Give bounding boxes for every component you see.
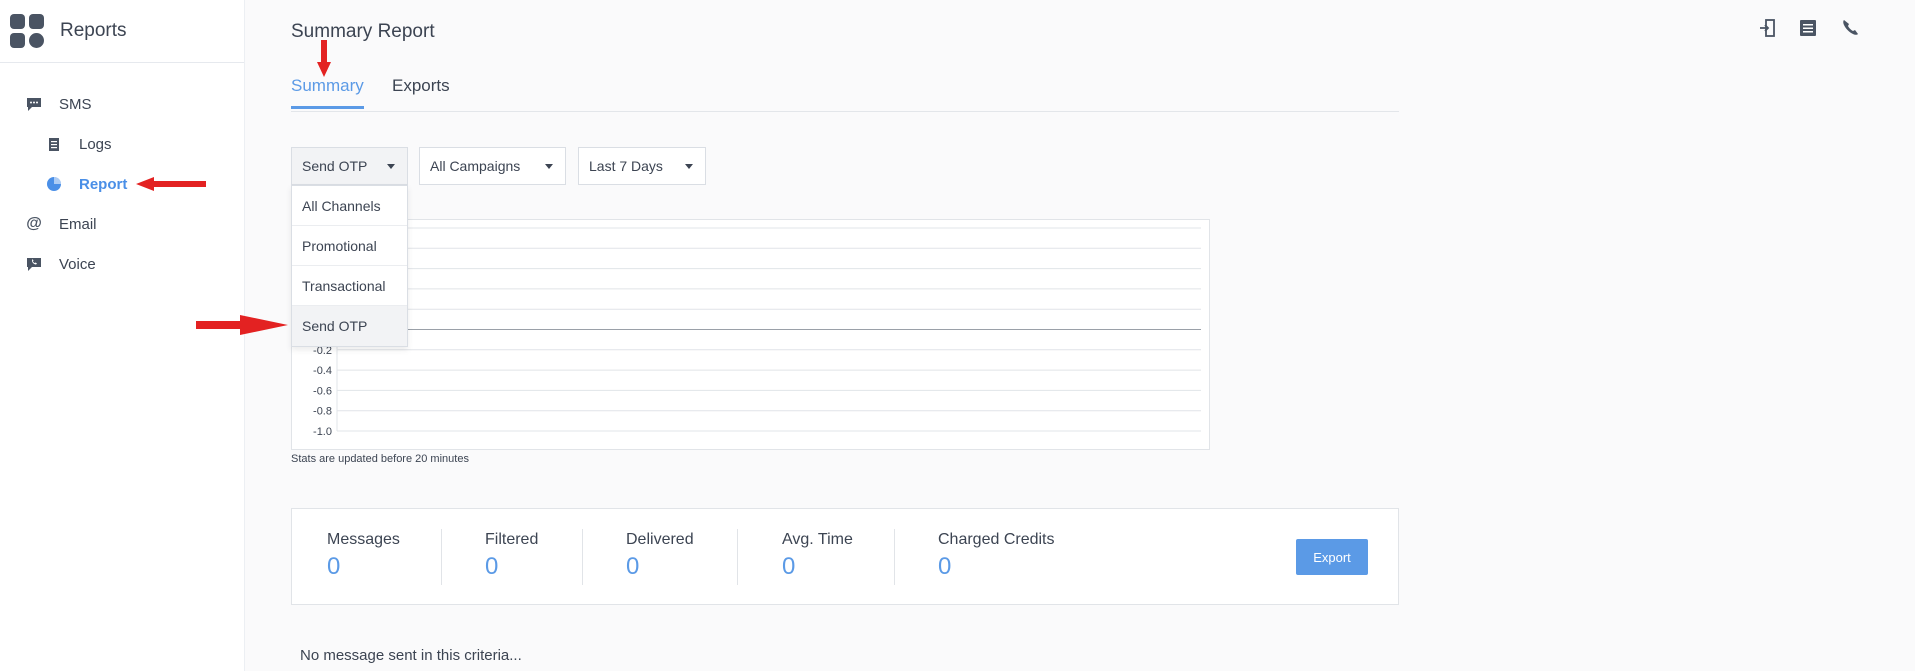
dropdown-option[interactable]: Transactional (292, 266, 407, 306)
divider (582, 529, 583, 585)
sidebar-item-sms[interactable]: SMS (25, 95, 92, 113)
stat-label: Avg. Time (782, 531, 853, 548)
y-tick-label: -0.8 (313, 406, 332, 418)
sms-icon (25, 95, 43, 113)
chart-svg: -0.2-0.4-0.6-0.8-1.0 (313, 227, 1201, 438)
voice-icon (25, 255, 43, 273)
y-tick-label: -0.6 (313, 385, 332, 397)
billing-icon[interactable] (1797, 18, 1819, 40)
empty-message: No message sent in this criteria... (300, 647, 522, 664)
sidebar-item-label: Logs (79, 135, 112, 153)
divider (441, 529, 442, 585)
stat-delivered: Delivered 0 (626, 531, 694, 581)
sidebar: Reports SMS Logs Report @ Email Voice (0, 0, 245, 671)
y-tick-label: -0.4 (313, 365, 332, 377)
chevron-down-icon (387, 164, 395, 169)
stat-value: 0 (938, 553, 952, 580)
sidebar-item-label: Email (59, 215, 97, 233)
stat-label: Delivered (626, 531, 694, 548)
chart-note: Stats are updated before 20 minutes (291, 453, 469, 465)
export-button[interactable]: Export (1296, 539, 1368, 575)
page-title: Summary Report (291, 21, 435, 42)
pie-chart-icon (45, 175, 63, 193)
tab-summary[interactable]: Summary (291, 76, 364, 109)
period-select-value: Last 7 Days (589, 158, 663, 174)
stat-label: Charged Credits (938, 531, 1055, 548)
logout-icon[interactable] (1758, 18, 1780, 40)
app-title: Reports (60, 20, 127, 41)
sidebar-item-label: Voice (59, 255, 96, 273)
stat-value: 0 (782, 553, 796, 580)
tab-exports[interactable]: Exports (392, 76, 450, 106)
dropdown-option[interactable]: Promotional (292, 226, 407, 266)
campaign-select-value: All Campaigns (430, 158, 521, 174)
sidebar-item-label: Report (79, 175, 128, 193)
dropdown-option[interactable]: All Channels (292, 186, 407, 226)
chevron-down-icon (685, 164, 693, 169)
chevron-down-icon (545, 164, 553, 169)
sidebar-item-voice[interactable]: Voice (25, 255, 96, 273)
sidebar-item-report[interactable]: Report (45, 175, 127, 193)
channel-select[interactable]: Send OTP (291, 147, 408, 185)
stat-value: 0 (626, 553, 640, 580)
period-select[interactable]: Last 7 Days (578, 147, 706, 185)
sidebar-item-label: SMS (59, 95, 92, 113)
channel-select-value: Send OTP (302, 158, 368, 174)
logs-icon (45, 135, 63, 153)
channel-dropdown: All Channels Promotional Transactional S… (291, 185, 408, 347)
stats-panel: Messages 0 Filtered 0 Delivered 0 Avg. T… (291, 508, 1399, 605)
at-icon: @ (26, 215, 42, 232)
phone-icon[interactable] (1840, 18, 1862, 40)
stat-label: Filtered (485, 531, 539, 548)
stat-charged-credits: Charged Credits 0 (938, 531, 1055, 581)
chart: -0.2 -0.4 -0.6 -0.8 -1.0 (291, 219, 1210, 450)
stat-value: 0 (327, 553, 341, 580)
stat-filtered: Filtered 0 (485, 531, 538, 581)
divider (737, 529, 738, 585)
dropdown-option-selected[interactable]: Send OTP (292, 306, 407, 346)
stat-label: Messages (327, 531, 400, 548)
sidebar-item-email[interactable]: @ Email (25, 215, 97, 233)
app-grid-icon[interactable] (10, 14, 44, 48)
brand: Reports (0, 0, 244, 63)
sidebar-item-logs[interactable]: Logs (45, 135, 112, 153)
divider (894, 529, 895, 585)
stat-value: 0 (485, 553, 499, 580)
tabs: Summary Exports (291, 72, 1399, 112)
y-tick-label: -1.0 (313, 426, 332, 438)
campaign-select[interactable]: All Campaigns (419, 147, 566, 185)
stat-messages: Messages 0 (327, 531, 400, 581)
stat-avg-time: Avg. Time 0 (782, 531, 853, 581)
